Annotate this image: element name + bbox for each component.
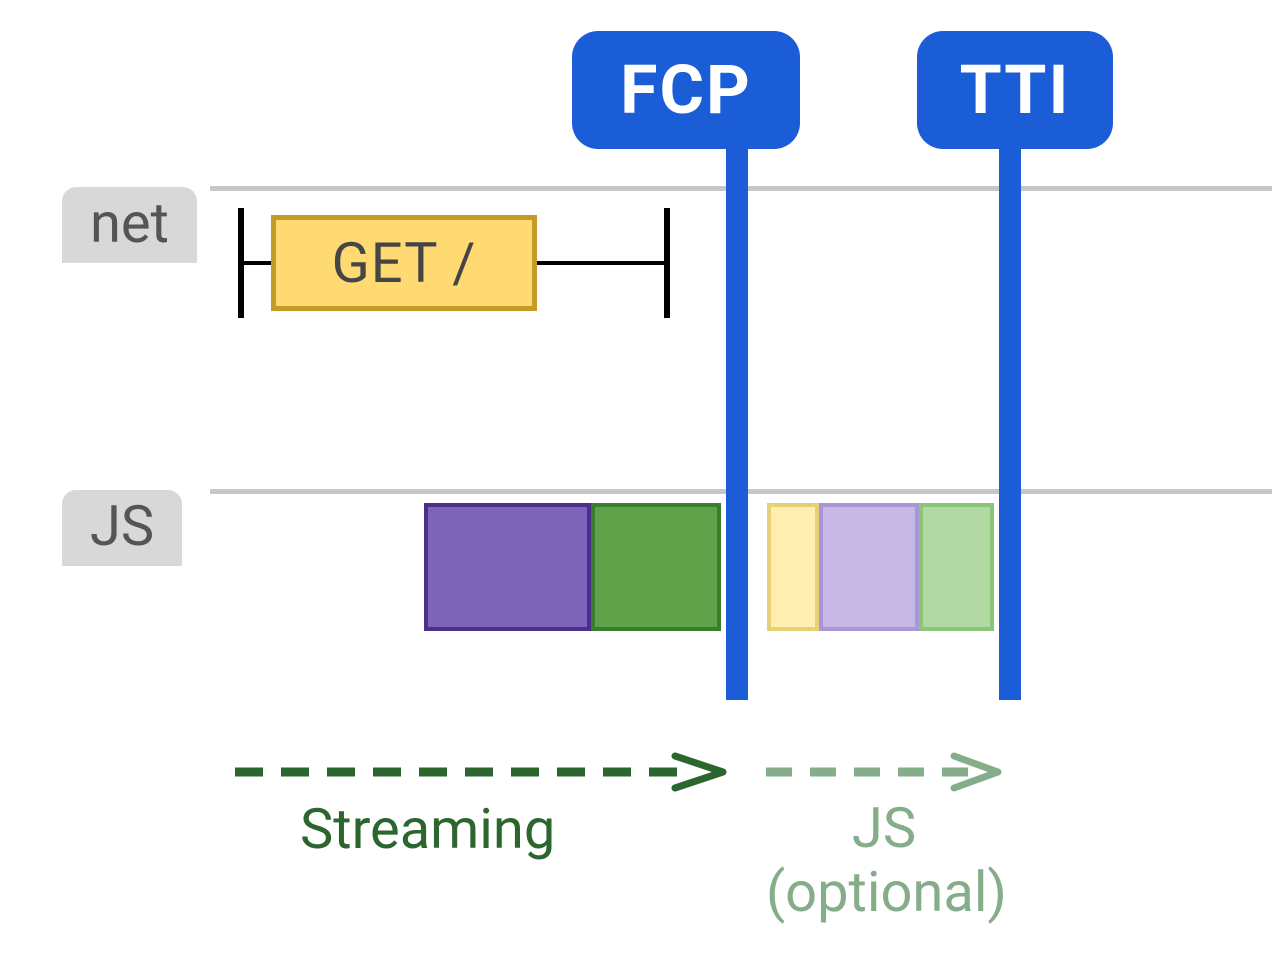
fcp-pill: FCP <box>572 31 800 149</box>
get-request-label: GET / <box>332 230 477 296</box>
fcp-marker-line <box>726 140 748 700</box>
js-task-green <box>591 503 721 631</box>
streaming-arrow-icon <box>235 752 727 792</box>
js-row-label: JS <box>62 490 182 566</box>
tti-label: TTI <box>960 50 1071 130</box>
tti-marker-line <box>999 140 1021 700</box>
js-task-green-optional <box>919 503 994 631</box>
js-task-purple-optional <box>819 503 919 631</box>
net-end-tick <box>664 208 670 318</box>
js-optional-line1: JS <box>852 795 916 861</box>
tti-pill: TTI <box>917 31 1113 149</box>
js-optional-arrow-icon <box>766 752 1002 792</box>
js-optional-label: JS (optional) <box>766 796 1002 925</box>
js-task-yellow-optional <box>767 503 819 631</box>
streaming-label: Streaming <box>300 796 555 862</box>
js-optional-line2: (optional) <box>766 859 1007 925</box>
fcp-label: FCP <box>620 50 752 130</box>
js-task-purple <box>424 503 591 631</box>
get-request-box: GET / <box>271 215 537 311</box>
timeline-diagram: net GET / JS FCP TTI Streaming JS (optio… <box>0 0 1272 974</box>
net-row-label: net <box>62 187 197 263</box>
